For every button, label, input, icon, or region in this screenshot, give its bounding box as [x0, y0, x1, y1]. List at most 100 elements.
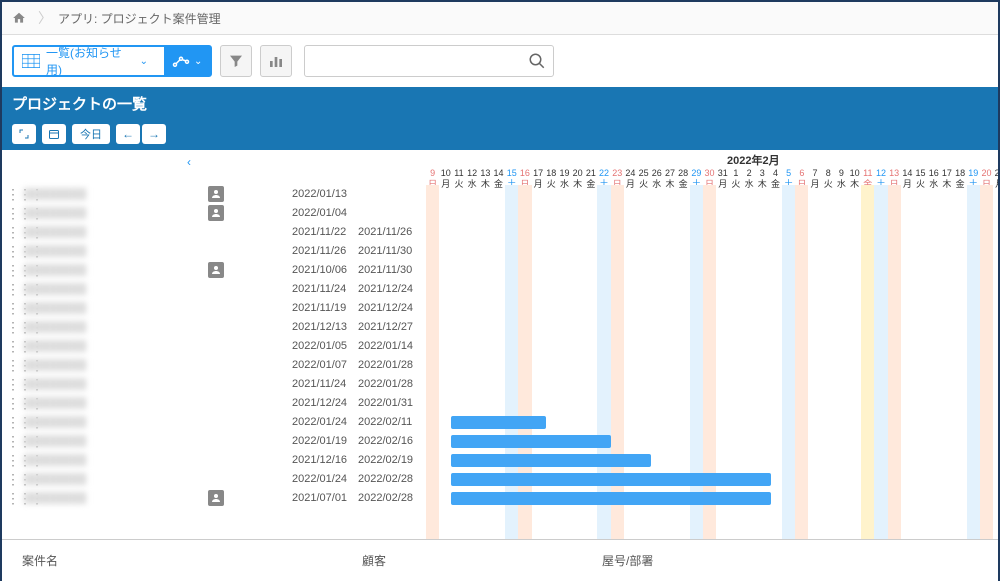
footer-col-customer[interactable]: 顧客 — [342, 548, 582, 573]
row-dates: 2021/12/132021/12/27 — [292, 321, 418, 333]
footer-col-dept[interactable]: 屋号/部署 — [582, 548, 673, 573]
toolbar: 一覧(お知らせ用) ⌄ ⌄ — [2, 35, 998, 87]
home-icon[interactable] — [12, 11, 26, 25]
table-row[interactable]: ⋮⋮⋮████████2022/01/192022/02/16 — [2, 432, 426, 451]
drag-handle-icon[interactable]: ⋮⋮⋮ — [6, 189, 18, 199]
row-dates: 2021/11/192021/12/24 — [292, 302, 418, 314]
search-input[interactable] — [304, 45, 554, 77]
footer-columns: 案件名 顧客 屋号/部署 — [2, 539, 998, 581]
breadcrumb-sep: 〉 — [38, 8, 52, 28]
chevron-down-icon: ⌄ — [132, 56, 156, 67]
row-dates: 2021/12/162022/02/19 — [292, 454, 418, 466]
chevron-down-icon: ⌄ — [194, 56, 202, 67]
table-row[interactable]: ⋮⋮⋮████████2022/01/072022/01/28 — [2, 356, 426, 375]
calendar-icon — [48, 128, 60, 140]
drag-handle-icon[interactable]: ⋮⋮⋮ — [6, 303, 18, 313]
row-title: ████████ — [24, 283, 174, 295]
drag-handle-icon[interactable]: ⋮⋮⋮ — [6, 436, 18, 446]
table-row[interactable]: ⋮⋮⋮ ████████ 2022/01/242022/02/11 — [2, 413, 426, 432]
gantt-bar[interactable] — [451, 454, 651, 467]
gantt-row — [426, 204, 998, 223]
row-dates: 2022/01/072022/01/28 — [292, 359, 418, 371]
row-dates: 2022/01/242022/02/11 — [292, 416, 418, 428]
row-title: ████████ — [24, 245, 174, 257]
gantt-bar[interactable] — [451, 435, 611, 448]
drag-handle-icon[interactable]: ⋮⋮⋮ — [6, 284, 18, 294]
search-icon[interactable] — [528, 52, 546, 70]
footer-col-name[interactable]: 案件名 — [2, 548, 342, 573]
breadcrumb: 〉 アプリ: プロジェクト案件管理 — [2, 2, 998, 35]
drag-handle-icon[interactable]: ⋮⋮⋮ — [6, 227, 18, 237]
drag-handle-icon[interactable]: ⋮⋮⋮ — [6, 417, 18, 427]
table-row[interactable]: ⋮⋮⋮████████2022/01/13 — [2, 185, 426, 204]
row-title: ████████ — [24, 302, 174, 314]
next-button[interactable]: → — [142, 124, 166, 144]
row-dates: 2022/01/052022/01/14 — [292, 340, 418, 352]
row-title: ████████ — [24, 416, 174, 428]
row-title: ████████ — [24, 188, 174, 200]
view-graph-button[interactable]: ⌄ — [164, 47, 210, 75]
gantt-row — [426, 356, 998, 375]
gantt-row — [426, 375, 998, 394]
row-dates: 2021/10/062021/11/30 — [292, 264, 418, 276]
filter-button[interactable] — [220, 45, 252, 77]
view-selector[interactable]: 一覧(お知らせ用) ⌄ ⌄ — [12, 45, 212, 77]
graph-icon — [172, 54, 190, 68]
calendar-month: 2022年2月 — [426, 150, 998, 168]
drag-handle-icon[interactable]: ⋮⋮⋮ — [6, 493, 18, 503]
drag-handle-icon[interactable]: ⋮⋮⋮ — [6, 322, 18, 332]
table-row[interactable]: ⋮⋮⋮████████2022/01/052022/01/14 — [2, 337, 426, 356]
left-pane: ⋮⋮⋮████████2022/01/13⋮⋮⋮████████2022/01/… — [2, 150, 426, 550]
row-title: ████████ — [24, 435, 174, 447]
drag-handle-icon[interactable]: ⋮⋮⋮ — [6, 379, 18, 389]
collapse-left-button[interactable]: ‹ — [182, 154, 196, 170]
avatar — [208, 205, 224, 221]
calendar-button[interactable] — [42, 124, 66, 144]
gantt-bar[interactable] — [451, 473, 771, 486]
avatar — [208, 186, 224, 202]
gantt-bar[interactable] — [451, 416, 546, 429]
gantt-row — [426, 394, 998, 413]
drag-handle-icon[interactable]: ⋮⋮⋮ — [6, 398, 18, 408]
view-name: 一覧(お知らせ用) — [46, 44, 126, 78]
drag-handle-icon[interactable]: ⋮⋮⋮ — [6, 455, 18, 465]
chart-button[interactable] — [260, 45, 292, 77]
gantt-row — [426, 242, 998, 261]
breadcrumb-app[interactable]: アプリ: プロジェクト案件管理 — [58, 10, 221, 27]
drag-handle-icon[interactable]: ⋮⋮⋮ — [6, 208, 18, 218]
table-row[interactable]: ⋮⋮⋮████████2021/11/242022/01/28 — [2, 375, 426, 394]
gantt-row — [426, 261, 998, 280]
gantt-bar[interactable] — [451, 492, 771, 505]
table-row[interactable]: ⋮⋮⋮████████2022/01/04 — [2, 204, 426, 223]
gantt-row — [426, 223, 998, 242]
drag-handle-icon[interactable]: ⋮⋮⋮ — [6, 474, 18, 484]
drag-handle-icon[interactable]: ⋮⋮⋮ — [6, 360, 18, 370]
row-dates: 2022/01/242022/02/28 — [292, 473, 418, 485]
drag-handle-icon[interactable]: ⋮⋮⋮ — [6, 341, 18, 351]
table-row[interactable]: ⋮⋮⋮████████2021/10/062021/11/30 — [2, 261, 426, 280]
expand-button[interactable] — [12, 124, 36, 144]
avatar — [208, 490, 224, 506]
table-row[interactable]: ⋮⋮⋮████████2021/11/262021/11/30 — [2, 242, 426, 261]
row-title: ████████ — [24, 321, 174, 333]
drag-handle-icon[interactable]: ⋮⋮⋮ — [6, 265, 18, 275]
row-title: ████████ — [24, 492, 174, 504]
drag-handle-icon[interactable]: ⋮⋮⋮ — [6, 246, 18, 256]
table-row[interactable]: ⋮⋮⋮████████2021/11/242021/12/24 — [2, 280, 426, 299]
gantt-row — [426, 413, 998, 432]
expand-icon — [18, 128, 30, 140]
table-row[interactable]: ⋮⋮⋮████████2021/07/012022/02/28 — [2, 489, 426, 508]
row-title: ████████ — [24, 207, 174, 219]
table-row[interactable]: ⋮⋮⋮████████2021/12/162022/02/19 — [2, 451, 426, 470]
table-row[interactable]: ⋮⋮⋮████████2022/01/242022/02/28 — [2, 470, 426, 489]
row-dates: 2021/12/242022/01/31 — [292, 397, 418, 409]
gantt-row — [426, 280, 998, 299]
table-row[interactable]: ⋮⋮⋮ ████████ 2021/12/242022/01/31 — [2, 394, 426, 413]
prev-button[interactable]: ← — [116, 124, 140, 144]
table-row[interactable]: ⋮⋮⋮ ████████ 2021/12/132021/12/27 — [2, 318, 426, 337]
row-title: ████████ — [24, 397, 174, 409]
table-row[interactable]: ⋮⋮⋮████████2021/11/222021/11/26 — [2, 223, 426, 242]
today-button[interactable]: 今日 — [72, 124, 110, 144]
gantt-row — [426, 470, 998, 489]
table-row[interactable]: ⋮⋮⋮ ████████ 2021/11/192021/12/24 — [2, 299, 426, 318]
